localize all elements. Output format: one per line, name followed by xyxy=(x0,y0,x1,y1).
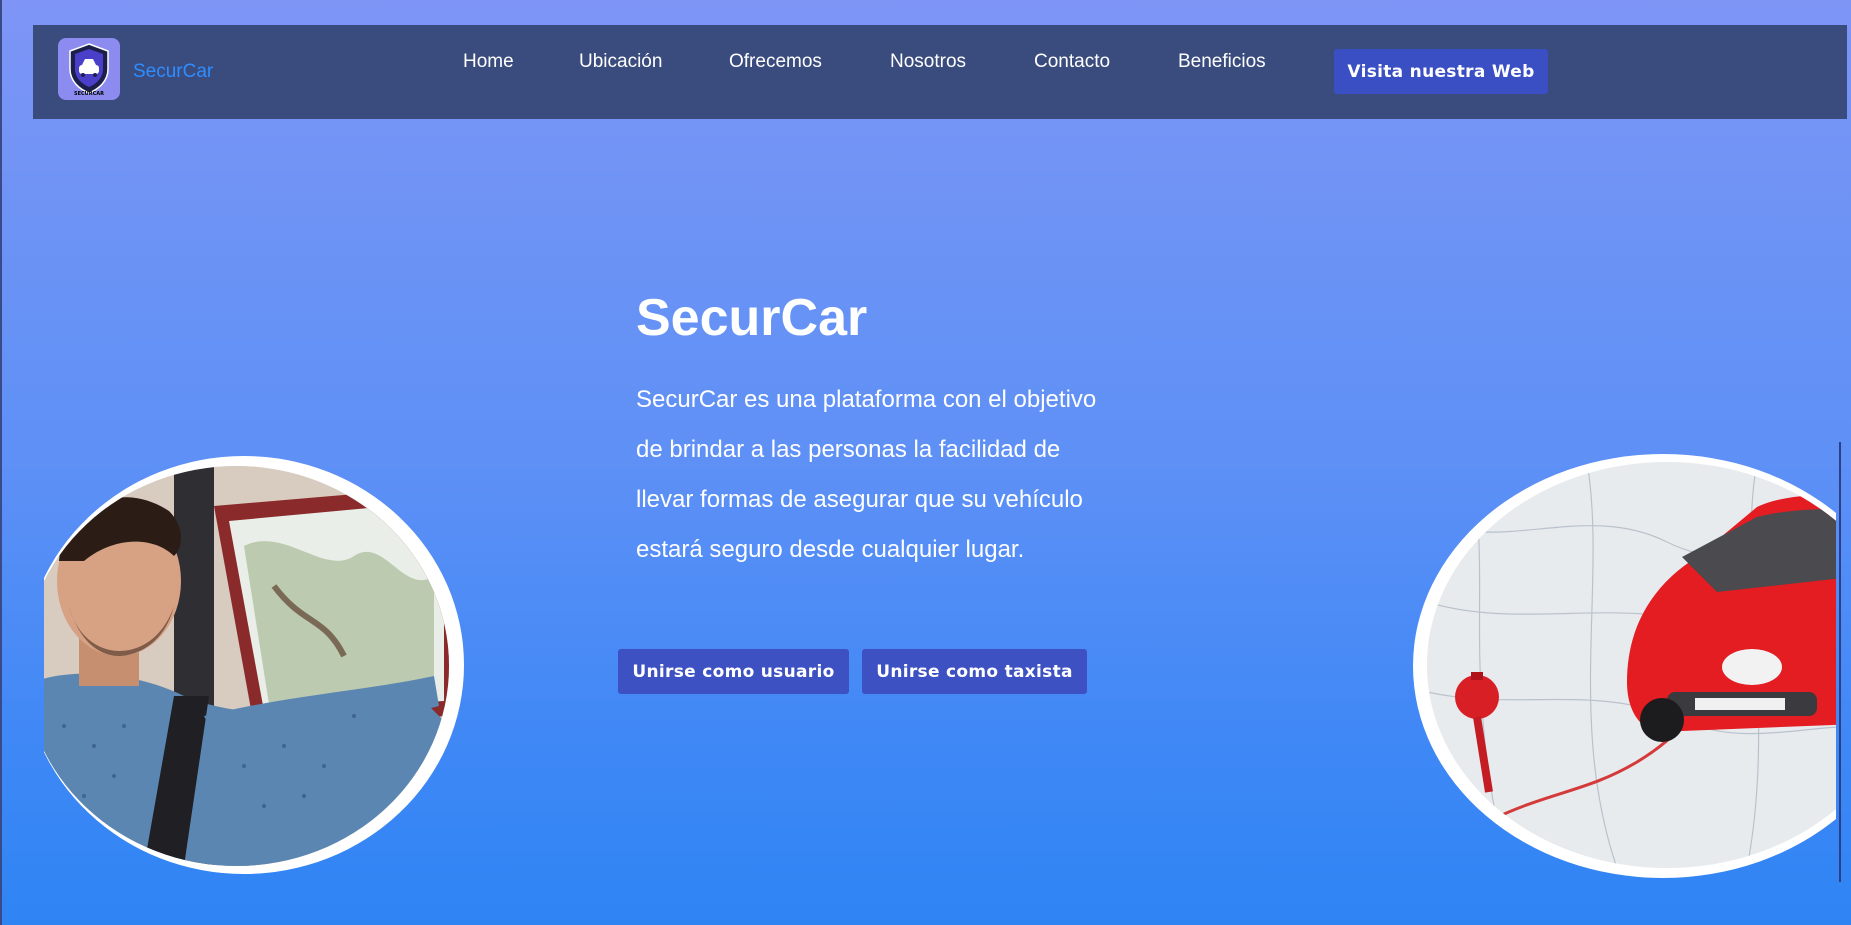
nav-beneficios[interactable]: Beneficios xyxy=(1178,51,1266,73)
brand-name[interactable]: SecurCar xyxy=(133,61,213,83)
hero-description-line: de brindar a las personas la facilidad d… xyxy=(636,436,1061,463)
navbar: SECURCAR SecurCar Home Ubicación Ofrecem… xyxy=(33,25,1847,119)
logo-caption: SECURCAR xyxy=(74,91,104,97)
page-right-border xyxy=(1839,442,1841,882)
red-car-on-map-photo xyxy=(1413,454,1836,880)
man-driving-photo xyxy=(44,450,474,880)
nav-nosotros[interactable]: Nosotros xyxy=(890,51,966,73)
brand-logo[interactable]: SECURCAR xyxy=(58,38,120,100)
hero-description-line: SecurCar es una plataforma con el objeti… xyxy=(636,386,1097,413)
man-driving-illustration xyxy=(44,466,449,866)
red-car-map-illustration xyxy=(1427,462,1836,868)
nav-ubicacion[interactable]: Ubicación xyxy=(579,51,662,73)
hero-description-line: llevar formas de asegurar que su vehícul… xyxy=(636,486,1083,513)
hero-title: SecurCar xyxy=(636,289,868,347)
join-as-driver-button[interactable]: Unirse como taxista xyxy=(862,649,1087,694)
shield-car-icon: SECURCAR xyxy=(69,43,109,97)
nav-contacto[interactable]: Contacto xyxy=(1034,51,1110,73)
hero-description-line: estará seguro desde cualquier lugar. xyxy=(636,536,1025,563)
join-as-user-button[interactable]: Unirse como usuario xyxy=(618,649,849,694)
nav-ofrecemos[interactable]: Ofrecemos xyxy=(729,51,822,73)
hero-description: SecurCar es una plataforma con el objeti… xyxy=(636,375,1156,575)
visit-web-button[interactable]: Visita nuestra Web xyxy=(1334,49,1548,94)
nav-home[interactable]: Home xyxy=(463,51,514,73)
page-left-border xyxy=(0,0,2,925)
